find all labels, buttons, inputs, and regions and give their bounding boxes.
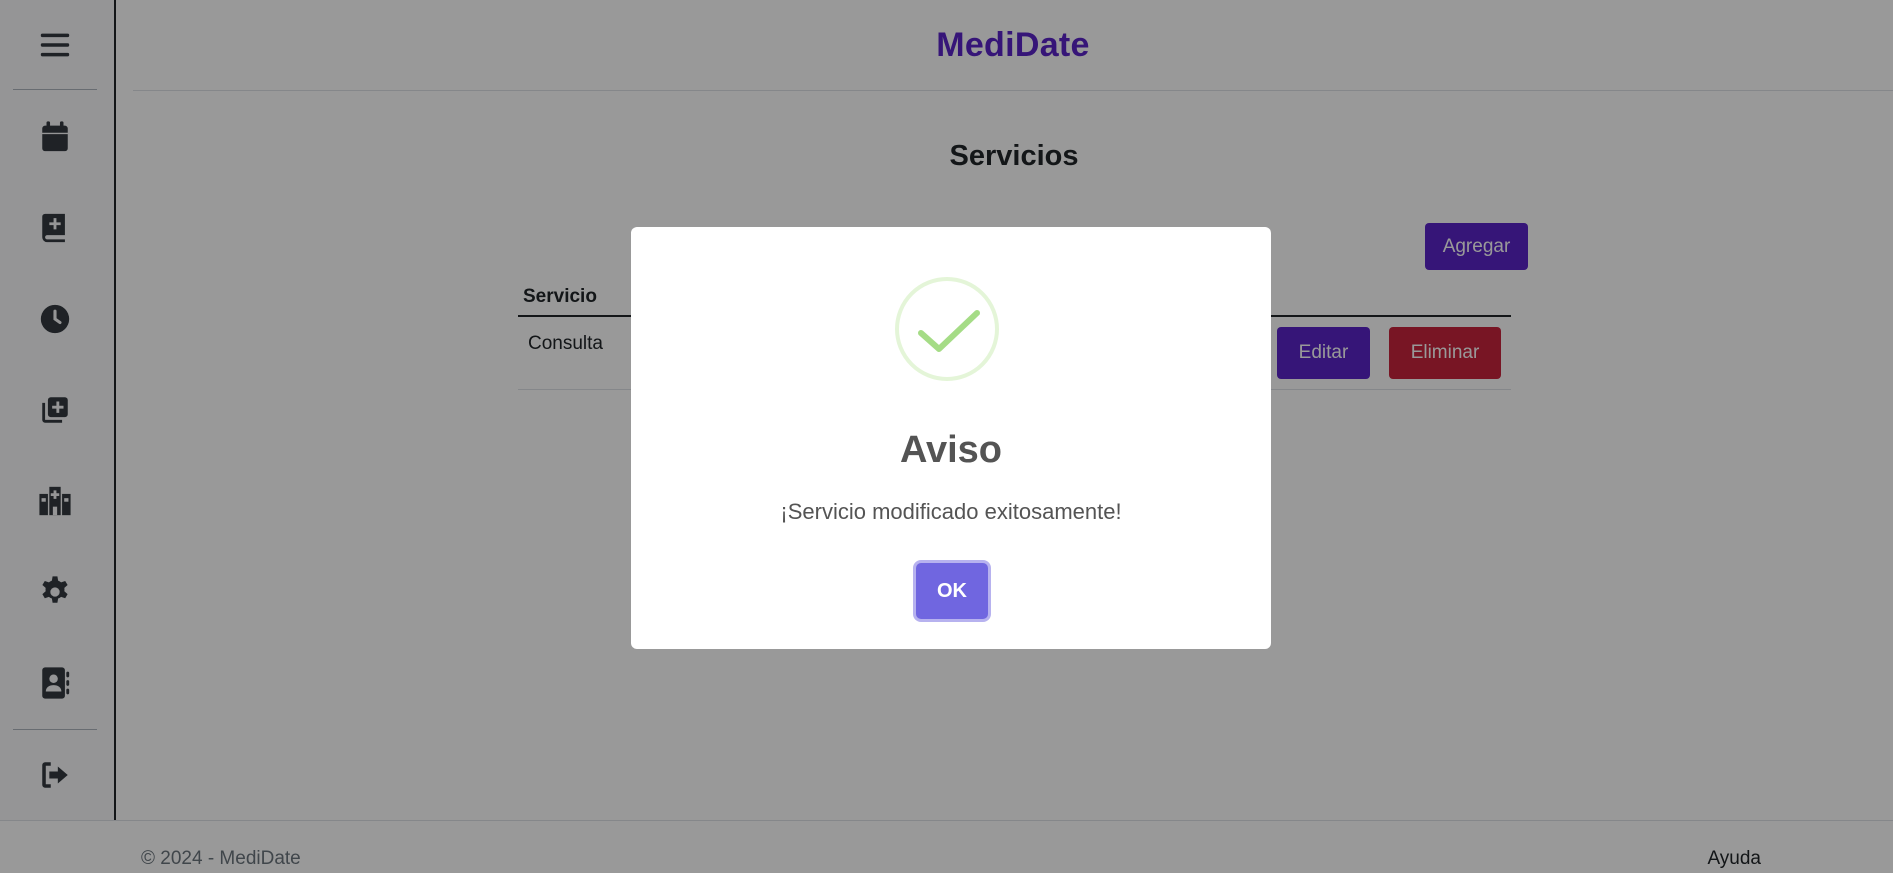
alert-dialog: Aviso ¡Servicio modificado exitosamente!… bbox=[631, 227, 1271, 649]
dialog-message: ¡Servicio modificado exitosamente! bbox=[780, 499, 1122, 524]
success-check-icon bbox=[895, 277, 999, 381]
dialog-title: Aviso bbox=[899, 429, 1003, 471]
ok-button[interactable]: OK bbox=[916, 563, 988, 619]
